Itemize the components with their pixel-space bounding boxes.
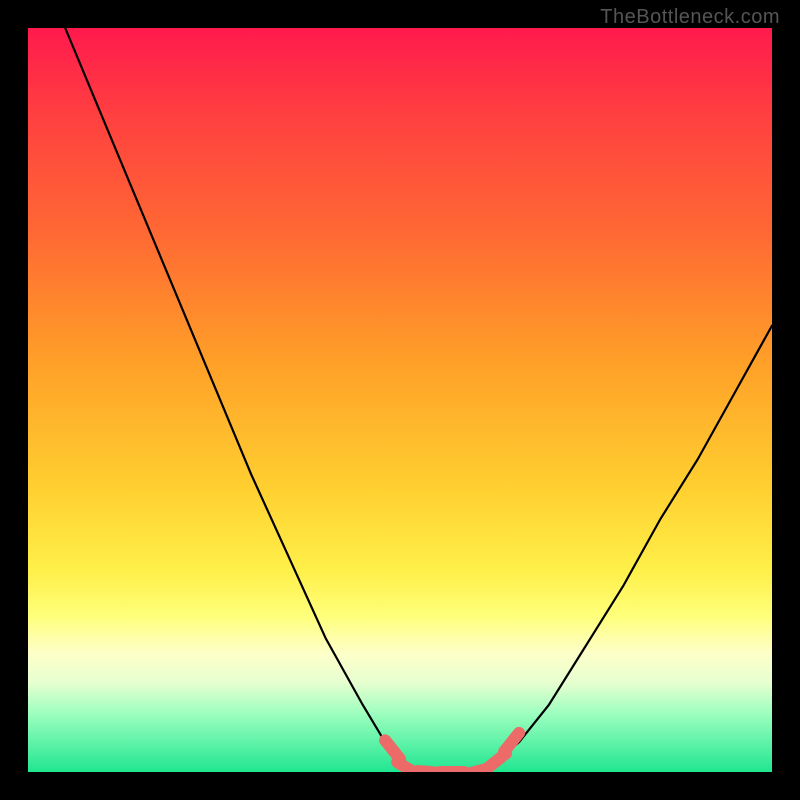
chart-frame: TheBottleneck.com [0, 0, 800, 800]
bottleneck-curve [65, 28, 772, 772]
dash-markers-group [385, 733, 519, 772]
dash-marker [504, 733, 519, 752]
watermark-text: TheBottleneck.com [600, 6, 780, 29]
curve-svg [28, 28, 772, 772]
plot-area [28, 28, 772, 772]
